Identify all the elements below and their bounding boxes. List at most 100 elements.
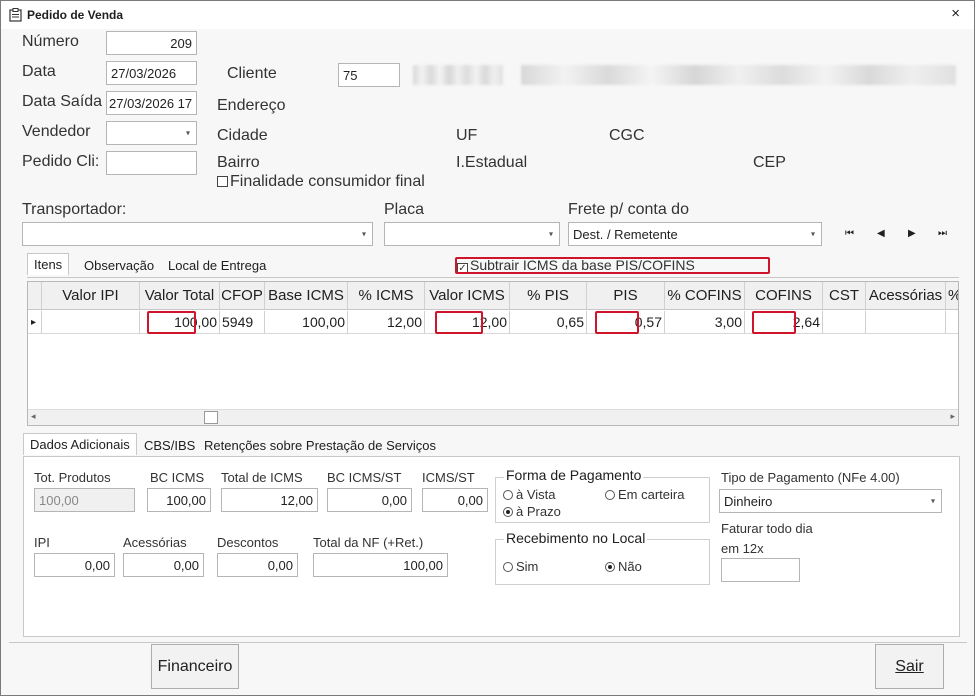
checkbox-icon <box>217 176 228 187</box>
descontos-field[interactable]: 0,00 <box>217 553 298 577</box>
ipi-field[interactable]: 0,00 <box>34 553 115 577</box>
pedido-cli-field[interactable] <box>106 151 197 175</box>
financeiro-button[interactable]: Financeiro <box>151 644 239 689</box>
col-perc-cofins[interactable]: % COFINS <box>665 282 745 309</box>
recebimento-label: Recebimento no Local <box>504 530 648 546</box>
cell-perc-pis[interactable]: 0,65 <box>510 311 587 333</box>
acessorias-field[interactable]: 0,00 <box>123 553 204 577</box>
total-icms-field[interactable]: 12,00 <box>221 488 318 512</box>
horizontal-scrollbar[interactable]: ◂ ▸ <box>28 409 958 425</box>
col-cst[interactable]: CST <box>823 282 866 309</box>
cell-cofins[interactable]: 2,64 <box>745 311 823 333</box>
col-valor-total[interactable]: Valor Total <box>140 282 220 309</box>
cell-perc-cofins[interactable]: 3,00 <box>665 311 745 333</box>
scroll-right-icon[interactable]: ▸ <box>950 411 955 422</box>
cell-base-icms[interactable]: 100,00 <box>265 311 348 333</box>
data-label: Data <box>22 63 56 80</box>
cell-cst[interactable] <box>823 311 866 333</box>
items-grid[interactable]: Valor IPI Valor Total CFOP Base ICMS % I… <box>27 281 959 426</box>
sair-button[interactable]: Sair <box>875 644 944 689</box>
tab-cbs-ibs[interactable]: CBS/IBS <box>144 438 195 453</box>
total-nf-field[interactable]: 100,00 <box>313 553 448 577</box>
cell-cfop[interactable]: 5949 <box>220 311 265 333</box>
cell-acessorias[interactable] <box>866 311 946 333</box>
radio-a-vista[interactable]: à Vista <box>503 487 556 502</box>
uf-label: UF <box>456 127 478 144</box>
subtrair-checkbox[interactable]: ✓ Subtrair ICMS da base PIS/COFINS <box>457 257 695 274</box>
table-row[interactable]: ▸ 100,00 5949 100,00 12,00 12,00 0,65 0,… <box>28 311 958 334</box>
col-cfop[interactable]: CFOP <box>220 282 265 309</box>
data-saida-label: Data Saída <box>22 93 103 110</box>
row-marker-icon: ▸ <box>28 311 42 333</box>
cell-valor-ipi[interactable] <box>42 311 140 333</box>
tab-local-entrega[interactable]: Local de Entrega <box>168 258 266 273</box>
bairro-label: Bairro <box>217 154 260 171</box>
title-bar: Pedido de Venda × <box>1 1 974 29</box>
col-valor-ipi[interactable]: Valor IPI <box>42 282 140 309</box>
cliente-code-field[interactable]: 75 <box>338 63 400 87</box>
grid-header: Valor IPI Valor Total CFOP Base ICMS % I… <box>28 282 958 310</box>
data-field[interactable]: 27/03/2026 <box>106 61 197 85</box>
close-icon[interactable]: × <box>951 5 960 22</box>
placa-select[interactable]: ▾ <box>384 222 560 246</box>
bc-icms-field[interactable]: 100,00 <box>147 488 211 512</box>
col-acessorias[interactable]: Acessórias <box>866 282 946 309</box>
first-record-icon[interactable]: ⏮ <box>845 228 854 239</box>
faturar-field[interactable] <box>721 558 800 582</box>
col-perc-icms[interactable]: % ICMS <box>348 282 425 309</box>
faturar-label-2: em 12x <box>721 541 764 556</box>
radio-icon <box>503 562 513 572</box>
chevron-down-icon: ▾ <box>185 128 190 138</box>
chevron-down-icon: ▾ <box>930 496 935 506</box>
tab-dados-adicionais[interactable]: Dados Adicionais <box>23 433 137 455</box>
tot-produtos-field[interactable]: 100,00 <box>34 488 135 512</box>
cell-perc-icms[interactable]: 12,00 <box>348 311 425 333</box>
col-perc-pis[interactable]: % PIS <box>510 282 587 309</box>
col-valor-icms[interactable]: Valor ICMS <box>425 282 510 309</box>
radio-a-prazo[interactable]: à Prazo <box>503 504 561 519</box>
numero-label: Número <box>22 33 79 50</box>
forma-pagamento-label: Forma de Pagamento <box>504 467 644 483</box>
placa-label: Placa <box>384 201 425 218</box>
data-saida-field[interactable]: 27/03/2026 17 <box>106 91 197 115</box>
radio-em-carteira[interactable]: Em carteira <box>605 487 684 502</box>
tipo-pagamento-value: Dinheiro <box>724 493 773 509</box>
vendedor-select[interactable]: ▾ <box>106 121 197 145</box>
last-record-icon[interactable]: ⏭ <box>938 228 947 239</box>
next-record-icon[interactable]: ▶ <box>908 228 916 239</box>
bc-icms-st-label: BC ICMS/ST <box>327 470 402 485</box>
radio-sim[interactable]: Sim <box>503 559 538 574</box>
tab-observacao[interactable]: Observação <box>84 258 154 273</box>
cell-valor-total[interactable]: 100,00 <box>140 311 220 333</box>
col-pis[interactable]: PIS <box>587 282 665 309</box>
cell-perc-csl[interactable] <box>946 311 958 333</box>
frete-select[interactable]: Dest. / Remetente ▾ <box>568 222 822 246</box>
scroll-left-icon[interactable]: ◂ <box>31 411 36 422</box>
frete-label: Frete p/ conta do <box>568 201 689 218</box>
icms-st-field[interactable]: 0,00 <box>422 488 488 512</box>
previous-record-icon[interactable]: ◀ <box>877 228 885 239</box>
finalidade-label: Finalidade consumidor final <box>230 173 425 190</box>
tab-retencoes[interactable]: Retenções sobre Prestação de Serviços <box>204 438 436 453</box>
em-carteira-label: Em carteira <box>618 487 685 502</box>
tipo-pagamento-select[interactable]: Dinheiro ▾ <box>719 489 942 513</box>
radio-nao[interactable]: Não <box>605 559 642 574</box>
col-perc-csl[interactable]: % CSL <box>946 282 958 309</box>
finalidade-checkbox[interactable]: Finalidade consumidor final <box>217 173 425 191</box>
ipi-label: IPI <box>34 535 50 550</box>
numero-field[interactable]: 209 <box>106 31 197 55</box>
sim-label: Sim <box>516 559 539 574</box>
bc-icms-st-field[interactable]: 0,00 <box>327 488 412 512</box>
scroll-thumb[interactable] <box>204 411 218 424</box>
transportador-select[interactable]: ▾ <box>22 222 373 246</box>
col-cofins[interactable]: COFINS <box>745 282 823 309</box>
bc-icms-label: BC ICMS <box>150 470 205 485</box>
cliente-name-redacted <box>521 65 956 85</box>
cell-pis[interactable]: 0,57 <box>587 311 665 333</box>
cell-valor-icms[interactable]: 12,00 <box>425 311 510 333</box>
check-icon: ✓ <box>457 263 468 274</box>
col-base-icms[interactable]: Base ICMS <box>265 282 348 309</box>
tot-produtos-label: Tot. Produtos <box>34 470 111 485</box>
chevron-down-icon: ▾ <box>361 229 366 239</box>
tab-itens[interactable]: Itens <box>27 253 70 275</box>
